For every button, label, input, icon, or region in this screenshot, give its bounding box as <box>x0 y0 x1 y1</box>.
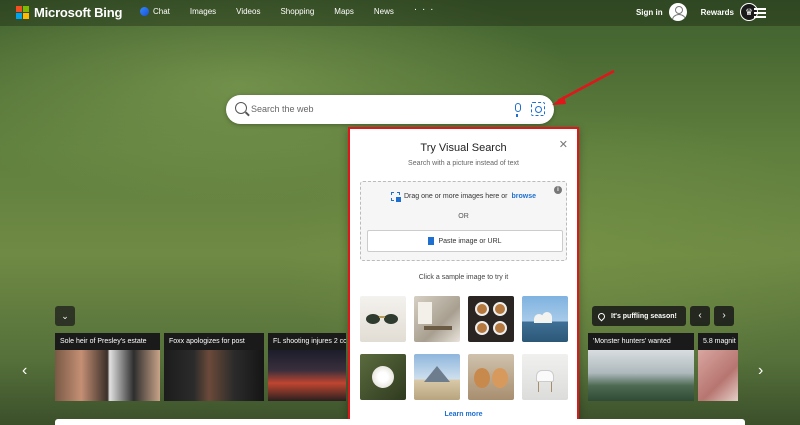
news-card[interactable]: Foxx apologizes for post <box>164 333 264 401</box>
sample-image-puppies[interactable] <box>468 354 514 400</box>
search-icon[interactable] <box>235 102 247 114</box>
nav-videos[interactable]: Videos <box>236 7 260 16</box>
microphone-icon[interactable] <box>515 103 521 117</box>
feed-bottom-edge <box>55 419 745 425</box>
puffling-season-pill[interactable]: It's puffling season! <box>592 306 686 326</box>
paste-url-field[interactable]: Paste image or URL <box>367 230 563 252</box>
paste-icon <box>428 237 435 245</box>
sample-image-white-rose[interactable] <box>360 354 406 400</box>
red-arrow-annotation <box>552 69 615 105</box>
news-card-title: Foxx apologizes for post <box>164 333 264 350</box>
search-box <box>226 95 554 124</box>
sample-images-label: Click a sample image to try it <box>418 274 509 281</box>
chat-icon <box>140 7 149 16</box>
news-card-image <box>55 350 160 401</box>
collapse-feed-button[interactable]: ⌄ <box>55 306 75 326</box>
sample-image-coffee-cups[interactable] <box>468 296 514 342</box>
visual-search-subtitle: Search with a picture instead of text <box>408 160 519 167</box>
sample-image-opera-house[interactable] <box>522 296 568 342</box>
brand-name: Microsoft Bing <box>34 5 123 20</box>
drag-text: Drag one or more images here or <box>403 193 508 200</box>
news-card-title: 5.8 magnit <box>698 333 738 350</box>
prev-button[interactable]: ‹ <box>690 306 710 326</box>
news-card[interactable]: 'Monster hunters' wanted <box>588 333 694 401</box>
or-divider: OR <box>458 213 469 220</box>
nav-maps[interactable]: Maps <box>334 7 354 16</box>
sample-image-dining-room[interactable] <box>414 296 460 342</box>
next-button[interactable]: › <box>714 306 734 326</box>
drag-instructions: Drag one or more images here or browse <box>361 192 566 202</box>
news-card[interactable]: 5.8 magnit <box>698 333 738 401</box>
close-icon[interactable]: ✕ <box>559 140 568 151</box>
visual-search-panel: Try Visual Search Search with a picture … <box>348 127 579 422</box>
nav-images[interactable]: Images <box>190 7 216 16</box>
news-card-image <box>164 350 264 401</box>
visual-search-icon[interactable] <box>531 102 545 116</box>
visual-search-title: Try Visual Search <box>420 142 507 154</box>
nav-shopping[interactable]: Shopping <box>280 7 314 16</box>
location-pin-icon <box>596 311 607 321</box>
drag-image-icon <box>390 192 401 202</box>
bing-logo[interactable]: Microsoft Bing <box>16 5 122 20</box>
microsoft-logo-icon <box>16 6 29 19</box>
image-drop-zone[interactable]: i Drag one or more images here or browse… <box>360 181 567 261</box>
sample-image-sunglasses[interactable] <box>360 296 406 342</box>
news-card-image <box>698 350 738 401</box>
nav-news[interactable]: News <box>374 7 394 16</box>
news-card-title: Sole heir of Presley's estate <box>55 333 160 350</box>
sample-image-louvre-pyramid[interactable] <box>414 354 460 400</box>
top-nav: Chat Images Videos Shopping Maps News · … <box>140 4 435 16</box>
nav-chat-label: Chat <box>153 7 170 16</box>
header-actions: Sign in Rewards ♛ <box>636 3 758 21</box>
signin-link[interactable]: Sign in <box>636 8 663 17</box>
browse-link[interactable]: browse <box>511 193 536 200</box>
pill-label: It's puffling season! <box>611 312 677 320</box>
nav-chat[interactable]: Chat <box>140 7 170 16</box>
news-card[interactable]: Sole heir of Presley's estate <box>55 333 160 401</box>
carousel-left-icon[interactable]: ‹ <box>22 362 27 380</box>
sample-image-white-chair[interactable] <box>522 354 568 400</box>
avatar-icon[interactable] <box>668 3 687 21</box>
search-input[interactable] <box>251 101 501 117</box>
learn-more-link[interactable]: Learn more <box>350 411 577 418</box>
news-card-title: FL shooting injures 2 co <box>268 333 346 350</box>
nav-more-button[interactable]: · · · <box>414 4 435 16</box>
news-card-image <box>588 350 694 401</box>
paste-label: Paste image or URL <box>438 237 502 245</box>
carousel-right-icon[interactable]: › <box>758 362 763 380</box>
news-card-title: 'Monster hunters' wanted <box>588 333 694 350</box>
menu-icon[interactable] <box>754 8 766 18</box>
news-card[interactable]: FL shooting injures 2 co <box>268 333 346 401</box>
rewards-link[interactable]: Rewards <box>701 8 734 17</box>
news-card-image <box>268 350 346 401</box>
